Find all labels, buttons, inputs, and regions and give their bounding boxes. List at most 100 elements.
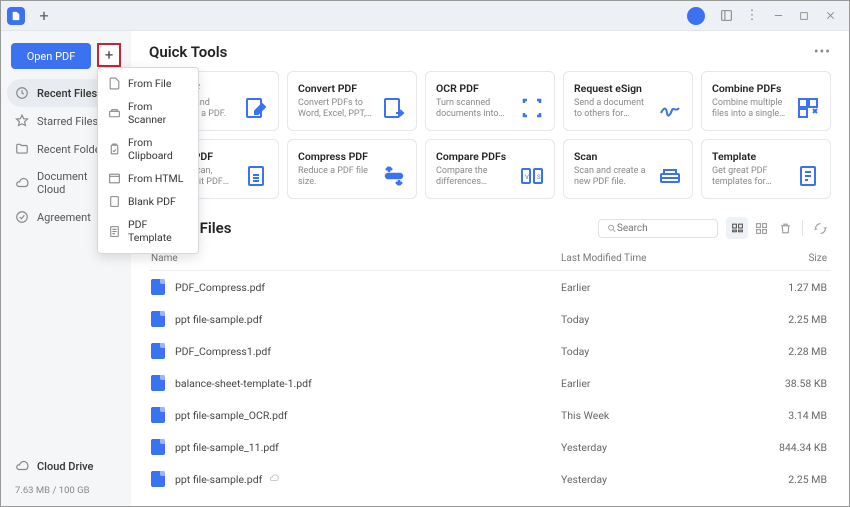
dropdown-label: From HTML [128, 172, 183, 185]
svg-text:S: S [537, 174, 541, 181]
tool-title: Template [712, 150, 790, 163]
tool-desc: Get great PDF templates for resumes, pos… [712, 166, 790, 189]
clipboard-icon [108, 143, 121, 156]
tool-card-template[interactable]: Template Get great PDF templates for resu… [701, 139, 831, 199]
cloud-icon [15, 459, 29, 473]
maximize-icon[interactable] [791, 5, 817, 27]
tool-card-ocr[interactable]: OCR PDF Turn scanned documents into searc… [425, 71, 555, 131]
file-row[interactable]: balance-sheet-template-1.pdfEarlier38.58… [149, 367, 831, 399]
storage-usage: 7.63 MB / 100 GB [1, 481, 131, 506]
file-icon [108, 77, 121, 90]
compress-icon [382, 164, 406, 188]
file-name: ppt file-sample.pdf [175, 313, 561, 326]
tool-card-compress[interactable]: Compress PDF Reduce a PDF file size. [287, 139, 417, 199]
cloud-sync-icon [269, 473, 279, 483]
star-icon [15, 114, 29, 128]
quick-tools-title: Quick Tools [149, 43, 227, 61]
clock-icon [15, 86, 29, 100]
pdf-file-icon [151, 343, 165, 359]
file-time: Today [561, 313, 771, 326]
dropdown-pdf-template[interactable]: PDF Template [98, 213, 198, 249]
file-name: ppt file-sample_OCR.pdf [175, 409, 561, 422]
file-row[interactable]: PDF_Compress.pdfEarlier1.27 MB [149, 271, 831, 303]
sidebar-item-label: Starred Files [37, 115, 98, 128]
layout-icon[interactable] [713, 5, 739, 27]
close-icon[interactable] [817, 5, 843, 27]
file-row[interactable]: PDF_Compress1.pdfToday2.28 MB [149, 335, 831, 367]
tool-title: Request eSign [574, 82, 652, 95]
folder-icon [15, 142, 29, 156]
col-name[interactable]: Name [149, 253, 561, 264]
tool-card-combine[interactable]: Combine PDFsCombine multiple files into … [701, 71, 831, 131]
quick-tools-more-icon[interactable]: ••• [814, 44, 831, 60]
new-tab-button[interactable]: + [33, 5, 55, 27]
tool-title: OCR PDF [436, 82, 514, 95]
col-time[interactable]: Last Modified Time [561, 253, 771, 264]
cloud-drive-section[interactable]: Cloud Drive [1, 451, 131, 481]
file-size: 1.27 MB [771, 281, 831, 294]
ocr-icon [520, 96, 544, 120]
svg-text:V: V [525, 174, 529, 181]
dropdown-from-clipboard[interactable]: From Clipboard [98, 131, 198, 167]
open-pdf-button[interactable]: Open PDF [11, 43, 91, 69]
tool-card-scan[interactable]: ScanScan and create a new PDF file. [563, 139, 693, 199]
template-icon [108, 225, 121, 238]
create-plus-button[interactable]: + [97, 43, 121, 67]
check-icon [15, 210, 29, 224]
scanner-icon [108, 107, 121, 120]
quick-tools-grid: Edit PDFEdit text and images in a PDF.Co… [149, 71, 831, 199]
create-icon [244, 164, 268, 188]
kebab-menu-icon[interactable]: ⋮ [739, 5, 765, 27]
tool-card-compare[interactable]: Compare PDFsCompare the differences betw… [425, 139, 555, 199]
dropdown-label: From Clipboard [128, 136, 188, 162]
delete-icon[interactable] [774, 217, 796, 239]
sidebar-item-label: Recent Files [37, 87, 97, 100]
dropdown-blank-pdf[interactable]: Blank PDF [98, 190, 198, 213]
dropdown-label: From Scanner [128, 100, 188, 126]
tool-desc: Convert PDFs to Word, Excel, PPT, etc. [298, 98, 376, 121]
file-name: ppt file-sample.pdf [175, 473, 561, 486]
tool-desc: Reduce a PDF file size. [298, 166, 376, 189]
scan-icon [658, 164, 682, 188]
dropdown-from-scanner[interactable]: From Scanner [98, 95, 198, 131]
pdf-file-icon [151, 311, 165, 327]
search-box[interactable] [598, 219, 718, 238]
main-content: Quick Tools ••• Edit PDFEdit text and im… [131, 31, 849, 506]
search-input[interactable] [617, 223, 709, 234]
combine-icon [796, 96, 820, 120]
dropdown-label: Blank PDF [128, 195, 176, 208]
file-row[interactable]: ppt file-sample_11.pdfYesterday844.34 KB [149, 431, 831, 463]
esign-icon [658, 96, 682, 120]
search-icon [607, 223, 617, 234]
view-grid-icon[interactable] [750, 217, 772, 239]
tool-card-esign[interactable]: Request eSignSend a document to others f… [563, 71, 693, 131]
tool-title: Compress PDF [298, 150, 376, 163]
file-time: Earlier [561, 377, 771, 390]
refresh-icon[interactable] [809, 217, 831, 239]
file-time: Earlier [561, 281, 771, 294]
file-row[interactable]: ppt file-sample_OCR.pdfThis Week3.14 MB [149, 399, 831, 431]
template-icon [796, 164, 820, 188]
app-logo [7, 7, 25, 25]
tool-card-convert[interactable]: Convert PDFConvert PDFs to Word, Excel, … [287, 71, 417, 131]
user-avatar[interactable] [687, 7, 705, 25]
file-row[interactable]: ppt file-sample.pdf Yesterday2.25 MB [149, 463, 831, 495]
file-size: 3.14 MB [771, 409, 831, 422]
file-name: ppt file-sample_11.pdf [175, 441, 561, 454]
view-list-icon[interactable] [726, 217, 748, 239]
file-size: 2.25 MB [771, 473, 831, 486]
cloud-drive-label: Cloud Drive [37, 460, 93, 473]
minimize-icon[interactable] [765, 5, 791, 27]
pdf-file-icon [151, 471, 165, 487]
file-name: PDF_Compress.pdf [175, 281, 561, 294]
file-row[interactable]: ppt file-sample.pdfToday2.25 MB [149, 303, 831, 335]
tool-desc: Scan and create a new PDF file. [574, 166, 652, 189]
tool-desc: Turn scanned documents into searchable o… [436, 98, 514, 121]
tool-desc: Combine multiple files into a single PDF… [712, 98, 790, 121]
dropdown-from-html[interactable]: From HTML [98, 167, 198, 190]
file-name: PDF_Compress1.pdf [175, 345, 561, 358]
col-size[interactable]: Size [771, 253, 831, 264]
sidebar-item-label: Agreement [37, 211, 91, 224]
pdf-file-icon [151, 407, 165, 423]
dropdown-from-file[interactable]: From File [98, 72, 198, 95]
